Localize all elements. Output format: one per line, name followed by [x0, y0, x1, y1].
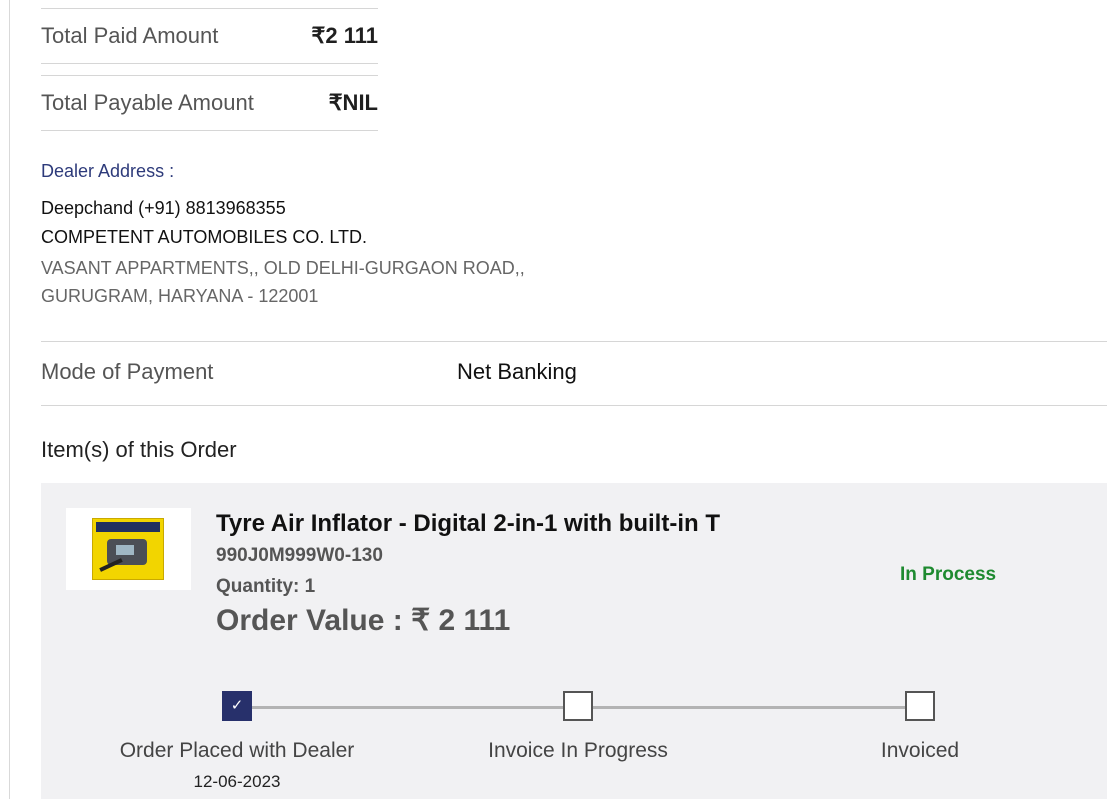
order-value: Order Value : ₹ 2 111 [216, 604, 511, 637]
step-complete-check-icon: ✓ [222, 691, 252, 721]
product-image[interactable] [66, 508, 191, 590]
progress-track-segment [593, 706, 905, 709]
order-items-heading: Item(s) of this Order [41, 437, 237, 462]
total-paid-label: Total Paid Amount [41, 23, 219, 48]
total-payable-value: ₹NIL [328, 90, 378, 115]
dealer-address-line2: GURUGRAM, HARYANA - 122001 [41, 286, 319, 306]
dealer-company: COMPETENT AUTOMOBILES CO. LTD. [41, 227, 368, 247]
product-title[interactable]: Tyre Air Inflator - Digital 2-in-1 with … [216, 510, 720, 538]
dealer-address-line1: VASANT APPARTMENTS,, OLD DELHI-GURGAON R… [41, 258, 525, 278]
payment-mode-value: Net Banking [457, 359, 577, 384]
total-paid-row: Total Paid Amount ₹2 111 [41, 8, 378, 64]
step-label-invoiced: Invoiced [880, 739, 960, 762]
product-quantity: Quantity: 1 [216, 576, 316, 597]
payment-mode-label: Mode of Payment [41, 359, 214, 384]
order-item-card: Tyre Air Inflator - Digital 2-in-1 with … [41, 483, 1107, 799]
total-paid-value: ₹2 111 [311, 23, 378, 48]
dealer-address-heading: Dealer Address : [41, 161, 175, 181]
progress-track-segment [252, 706, 563, 709]
left-border [9, 0, 10, 799]
product-sku: 990J0M999W0-130 [216, 545, 383, 566]
step-label-order-placed: Order Placed with Dealer [119, 739, 355, 762]
total-payable-label: Total Payable Amount [41, 90, 254, 115]
step-label-invoice-in-progress: Invoice In Progress [488, 739, 668, 762]
payment-mode-row: Mode of Payment Net Banking [41, 341, 1107, 406]
dealer-contact: Deepchand (+91) 8813968355 [41, 198, 286, 218]
step-pending-box [905, 691, 935, 721]
product-box-icon [92, 518, 164, 580]
total-payable-row: Total Payable Amount ₹NIL [41, 75, 378, 131]
order-status: In Process [900, 564, 997, 585]
step-date-order-placed: 12-06-2023 [193, 772, 281, 791]
step-pending-box [563, 691, 593, 721]
